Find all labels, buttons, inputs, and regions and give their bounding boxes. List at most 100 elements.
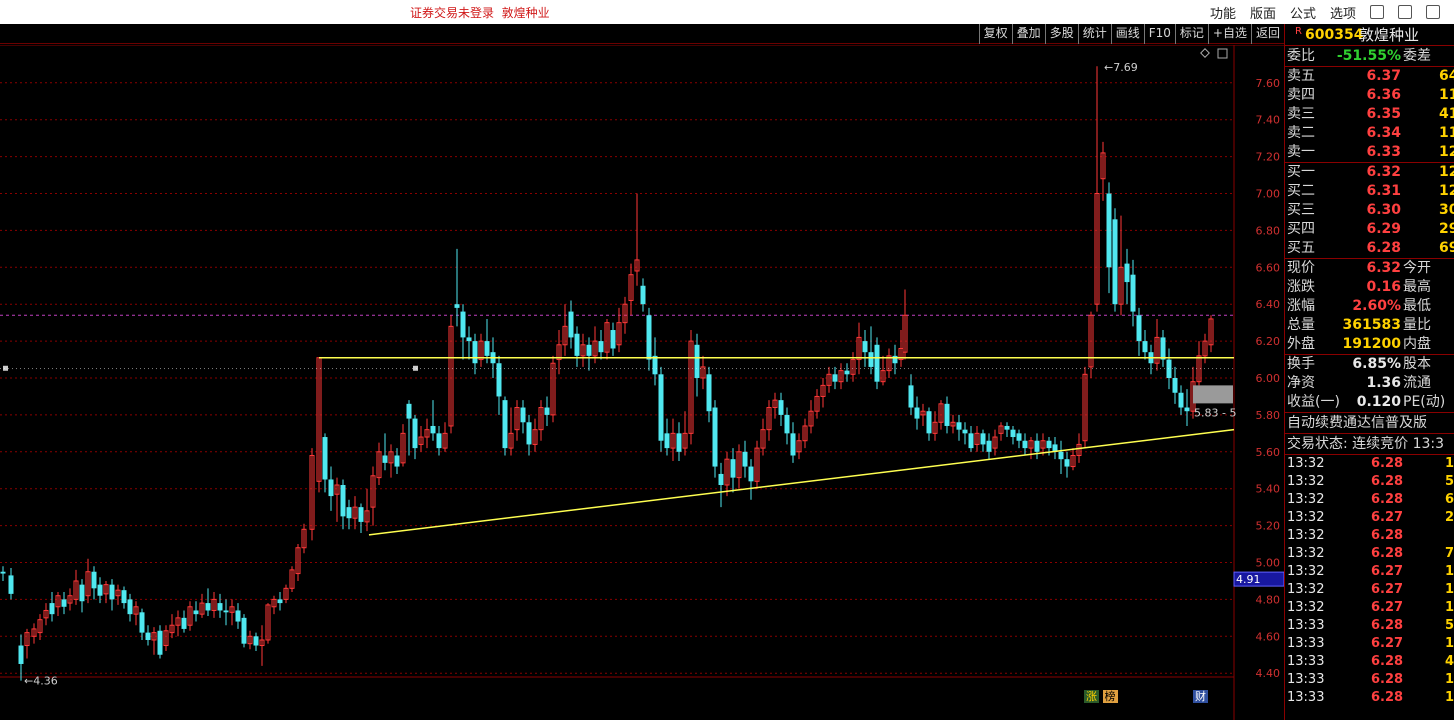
tick-row: 13:33 6.27 19 <box>1285 635 1454 653</box>
candle-body-down <box>520 407 526 423</box>
candle-body-down <box>454 304 460 308</box>
overlay-button[interactable]: 叠加 <box>1011 24 1045 44</box>
candle-body-down <box>139 612 145 633</box>
price-axis-label: 4.40 <box>1256 667 1281 680</box>
kline-canvas[interactable]: 7.60 7.40 7.20 7.00 6.80 6.60 6.40 6.20 6.00 5.80… <box>0 45 1284 720</box>
tick-row: 13:32 6.28 6 <box>1285 491 1454 509</box>
ask-row[interactable]: 卖五 6.37 64 <box>1285 67 1454 86</box>
candle-body-down <box>8 575 14 594</box>
candle-body-down <box>712 407 718 467</box>
tick-volume: 10 <box>1445 456 1454 471</box>
candle-body-down <box>778 400 784 415</box>
ask-row[interactable]: 卖一6.33120 <box>1285 143 1454 162</box>
candle-body-down <box>157 630 163 655</box>
candle-body-down <box>406 403 412 419</box>
candle-body-down <box>1034 440 1040 452</box>
zhang-badge[interactable]: 涨 <box>1084 690 1099 703</box>
candle-body-down <box>980 433 986 445</box>
candle-body-down <box>109 584 115 600</box>
price-axis-label: 5.00 <box>1256 557 1281 570</box>
candle-body-down <box>610 330 616 349</box>
cai-badge[interactable]: 财 <box>1193 690 1208 703</box>
tick-row: 13:33 6.28 1 <box>1285 671 1454 689</box>
stat-row: 净资 1.36 流通 <box>1287 375 1431 391</box>
tick-row: 13:33 6.28 4 <box>1285 653 1454 671</box>
candle-body-down <box>1064 459 1070 467</box>
menu-options[interactable]: 选项 <box>1330 3 1356 22</box>
quote-panel: R 600354 敦煌种业 委比 -51.55% 委差 卖五 6.37 64 卖四 6… <box>1284 24 1454 720</box>
bid-row[interactable]: 买三 6.30 30 <box>1285 201 1454 220</box>
tick-row: 13:32 6.27 14 <box>1285 563 1454 581</box>
price-axis-label: 5.80 <box>1256 409 1281 422</box>
menu-layout[interactable]: 版面 <box>1250 3 1276 22</box>
price-axis-label: 4.60 <box>1256 630 1281 643</box>
candle-body-down <box>742 451 748 467</box>
bid-row[interactable]: 买四 6.29 29 <box>1285 220 1454 239</box>
tick-price: 6.28 <box>1371 528 1404 543</box>
tick-price: 6.28 <box>1371 492 1404 507</box>
tick-volume: 7 <box>1445 546 1454 561</box>
menu-formula[interactable]: 公式 <box>1290 3 1316 22</box>
candle-body-down <box>181 617 187 629</box>
candle-body-down <box>914 407 920 419</box>
candle-body-down <box>217 603 223 611</box>
price-axis-label: 6.80 <box>1256 224 1281 237</box>
fuquan-button[interactable]: 复权 <box>978 24 1012 44</box>
ask-row[interactable]: 卖二6.34118 <box>1285 124 1454 143</box>
back-button[interactable]: 返回 <box>1250 24 1284 44</box>
tick-volume: 1 <box>1445 690 1454 705</box>
candle-body-down <box>1178 392 1184 408</box>
candle-body-down <box>193 610 199 615</box>
stock-name: 敦煌种业 <box>1359 26 1420 44</box>
crosshair-price-label: 4.91 <box>1236 573 1261 586</box>
candle-body-down <box>544 407 550 415</box>
add-watchlist-button[interactable]: +自选 <box>1207 24 1251 44</box>
candle-body-down <box>664 433 670 449</box>
candle-body-down <box>412 418 418 449</box>
multi-stock-button[interactable]: 多股 <box>1044 24 1078 44</box>
phone-icon[interactable] <box>1398 5 1412 19</box>
high-price-annotation: ←7.69 <box>1104 61 1138 74</box>
candle-body-down <box>706 374 712 412</box>
candle-body-down <box>394 455 400 467</box>
stat-row: 换手 6.85% 股本 <box>1287 356 1431 372</box>
stats-block: 现价 6.32 今开 涨跌 0.16 最高 涨幅 2.60% 最低 总量 361583 量比 外… <box>1285 259 1454 355</box>
tick-price: 6.28 <box>1371 654 1404 669</box>
candle-body-down <box>1124 263 1130 283</box>
candle-body-down <box>241 617 247 644</box>
menu-function[interactable]: 功能 <box>1210 3 1236 22</box>
candle-body-down <box>205 603 211 611</box>
ask-row[interactable]: 卖四6.36110 <box>1285 86 1454 105</box>
candle-body-down <box>61 599 67 607</box>
candle-body-down <box>694 344 700 378</box>
r-marker: R <box>1295 26 1302 37</box>
tick-volume: 21 <box>1445 510 1454 525</box>
tick-volume: 19 <box>1445 636 1454 651</box>
tick-row: 13:32 6.28 10 <box>1285 455 1454 473</box>
candle-body-down <box>956 422 962 430</box>
stock-code: 600354 <box>1305 27 1364 43</box>
kline-chart[interactable]: 7.60 7.40 7.20 7.00 6.80 6.60 6.40 6.20 6.00 5.80… <box>0 45 1284 720</box>
mark-button[interactable]: 标记 <box>1174 24 1208 44</box>
tick-list: 13:32 6.28 10 13:32 6.28 5 13:32 6.28 6 13:32 6.27… <box>1285 455 1454 707</box>
statistics-button[interactable]: 统计 <box>1077 24 1111 44</box>
draw-line-button[interactable]: 画线 <box>1110 24 1144 44</box>
candle-body-down <box>1112 219 1118 305</box>
candle-body-down <box>730 459 736 478</box>
tick-time: 13:32 <box>1287 510 1325 525</box>
price-axis-label: 6.00 <box>1256 372 1281 385</box>
auto-renew-notice[interactable]: 自动续费通达信普及版 <box>1285 413 1454 434</box>
candle-body-down <box>586 344 592 356</box>
refresh-icon[interactable] <box>1370 5 1384 19</box>
ask-row[interactable]: 卖三6.35414 <box>1285 105 1454 124</box>
minimize-icon[interactable] <box>1426 5 1440 19</box>
bid-row[interactable]: 买五 6.28 69 <box>1285 239 1454 258</box>
f10-button[interactable]: F10 <box>1143 24 1175 44</box>
bid-row[interactable]: 买二6.31127 <box>1285 182 1454 201</box>
tick-price: 6.28 <box>1371 474 1404 489</box>
candle-body-down <box>322 437 328 480</box>
bang-badge[interactable]: 榜 <box>1102 690 1118 703</box>
tick-row: 13:32 6.27 21 <box>1285 509 1454 527</box>
bid-row[interactable]: 买一 6.32 12 <box>1285 163 1454 182</box>
candle-body-down <box>1160 337 1166 360</box>
